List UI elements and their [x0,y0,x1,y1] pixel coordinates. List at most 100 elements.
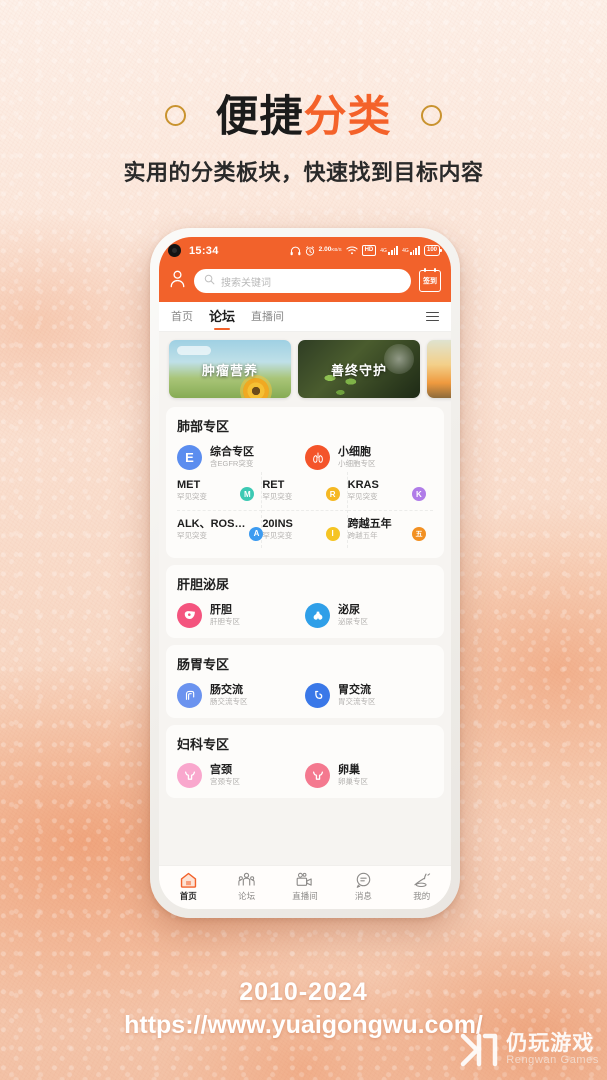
kidney-icon [305,602,330,628]
gene-badge-icon: I [325,526,340,541]
banner-card[interactable]: 善终守护 [298,340,420,398]
nav-item-profile[interactable]: 我的 [393,871,451,902]
signal-label: 4G [380,247,387,254]
hamburger-icon[interactable] [426,311,439,322]
nav-label: 直播间 [292,891,318,901]
nav-label: 首页 [179,891,197,901]
gene-title: 跨越五年 [347,518,392,531]
phone-screen: 15:34 2.00 KB/S HD 4G 4G 100 搜索关键词 签到 首页… [159,237,451,909]
nav-item-messages[interactable]: 消息 [334,871,392,902]
tab-forum[interactable]: 论坛 [209,306,235,327]
category-subtitle: 肠交流专区 [210,697,248,707]
gene-row: ALK、ROS… 罕见突变 A 20INS 罕见突变 I 跨越五年 跨越五年 五 [177,510,433,548]
category-item-comprehensive[interactable]: E 综合专区 含EGFR突变 [177,445,305,470]
gene-subtitle: 罕见突变 [347,492,378,502]
hd-icon: HD [361,245,377,256]
category-item-urinary[interactable]: 泌尿 泌尿专区 [305,602,433,628]
stomach-icon [305,682,330,708]
category-title: 泌尿 [338,604,360,617]
gene-item-kras[interactable]: KRAS 罕见突变 K [348,472,433,508]
app-header: 搜索关键词 签到 [159,264,451,302]
netspeed-icon: 2.00 KB/S [319,247,342,254]
category-title: 宫颈 [210,764,232,777]
section-title: 肺部专区 [177,419,230,434]
status-clock: 15:34 [189,244,219,257]
status-bar: 15:34 2.00 KB/S HD 4G 4G 100 [159,237,451,264]
e-letter-icon: E [177,445,202,470]
person-icon[interactable] [169,269,186,293]
search-icon [204,272,215,290]
nav-item-home[interactable]: 首页 [159,871,217,902]
gene-title: RET [262,479,285,491]
gene-title: MET [177,479,201,491]
nav-item-forum[interactable]: 论坛 [217,871,275,902]
section-item-grid: 肠交流 肠交流专区 胃交流 胃交流专区 [177,682,433,708]
gene-title: KRAS [347,479,379,491]
watermark: 仍玩游戏 Rengwan Games [459,1030,599,1070]
tab-home[interactable]: 首页 [171,308,193,326]
watermark-cn: 仍玩游戏 [506,1032,595,1056]
gene-subtitle: 跨越五年 [347,531,378,541]
headline-primary: 便捷 [215,93,304,141]
section-gynecology: 妇科专区 宫颈 宫颈专区 卵巢 卵巢专区 [166,724,444,798]
nav-label: 消息 [354,891,372,901]
gene-item-five-years[interactable]: 跨越五年 跨越五年 五 [347,510,433,547]
nav-item-liveroom[interactable]: 直播间 [276,871,334,902]
category-item-cervix[interactable]: 宫颈 宫颈专区 [177,762,305,788]
intestine-icon [177,682,202,708]
cloud-decoration-icon [177,346,211,355]
category-subtitle: 肝胆专区 [210,617,240,627]
gene-item-met[interactable]: MET 罕见突变 M [177,472,263,509]
category-subtitle: 卵巢专区 [338,777,368,787]
ovary-icon [305,762,330,788]
gene-subtitle: 罕见突变 [177,492,207,502]
gene-badge-icon: K [411,487,426,502]
gene-subtitle: 罕见突变 [262,492,293,502]
gene-title: ALK、ROS… [177,518,246,531]
category-item-ovary[interactable]: 卵巢 卵巢专区 [305,762,433,788]
watermark-texts: 仍玩游戏 Rengwan Games [506,1033,599,1067]
home-icon [180,871,197,888]
liver-icon [177,602,202,628]
gene-item-ret[interactable]: RET 罕见突变 R [262,472,348,509]
category-subtitle: 宫颈专区 [210,777,240,787]
gene-item-alk-ros[interactable]: ALK、ROS… 罕见突变 A [177,510,264,548]
banner-card[interactable] [427,340,451,398]
gene-badge-icon: M [240,487,255,502]
light-glow-icon [384,344,414,374]
banner-carousel[interactable]: 肿瘤营养 善终守护 [159,332,451,407]
category-subtitle: 胃交流专区 [338,697,376,707]
banner-card[interactable]: 肿瘤营养 [169,340,291,398]
profile-icon [413,871,431,888]
camera-punch-hole-icon [168,244,181,257]
bottom-navigation: 首页 论坛 直播间 消息 我的 [159,865,451,909]
signal-icon: 4G [402,246,420,255]
signin-button[interactable]: 签到 [419,268,441,292]
status-icons: 2.00 KB/S HD 4G 4G 100 [290,245,442,256]
category-item-stomach[interactable]: 胃交流 胃交流专区 [305,682,433,708]
section-item-grid: 宫颈 宫颈专区 卵巢 卵巢专区 [177,762,433,788]
netspeed-value: 2.00 [318,246,332,254]
gene-item-20ins[interactable]: 20INS 罕见突变 I [262,510,348,548]
category-item-smallcell[interactable]: 小细胞 小细胞专区 [305,445,433,470]
watermark-logo-icon [459,1030,499,1070]
phone-mockup: 15:34 2.00 KB/S HD 4G 4G 100 搜索关键词 签到 首页… [150,228,460,918]
wifi-icon [345,246,358,255]
section-title: 肝胆泌尿 [177,576,230,592]
category-title: 卵巢 [338,764,360,777]
category-item-intestine[interactable]: 肠交流 肠交流专区 [177,682,305,708]
nav-label: 我的 [413,891,431,901]
gene-badge-icon: 五 [411,526,426,541]
headline-block: 便捷分类 实用的分类板块，快速找到目标内容 [0,96,607,187]
category-title: 综合专区 [210,446,254,459]
forum-icon [238,871,255,888]
category-item-liver[interactable]: 肝胆 肝胆专区 [177,602,305,628]
search-input[interactable]: 搜索关键词 [194,269,411,293]
section-item-grid: E 综合专区 含EGFR突变 小细胞 小细胞专区 [177,445,433,470]
banner-title: 善终守护 [330,362,387,378]
content-scroll-area[interactable]: 肿瘤营养 善终守护 肺部专区 E 综合专区 含EGFR突变 小细胞 小细胞专区 … [159,332,451,865]
section-title: 肠胃专区 [177,656,230,672]
tab-liveroom[interactable]: 直播间 [251,308,284,326]
section-title: 妇科专区 [177,736,230,752]
section-lung: 肺部专区 E 综合专区 含EGFR突变 小细胞 小细胞专区 MET 罕见突变 M… [166,407,444,558]
